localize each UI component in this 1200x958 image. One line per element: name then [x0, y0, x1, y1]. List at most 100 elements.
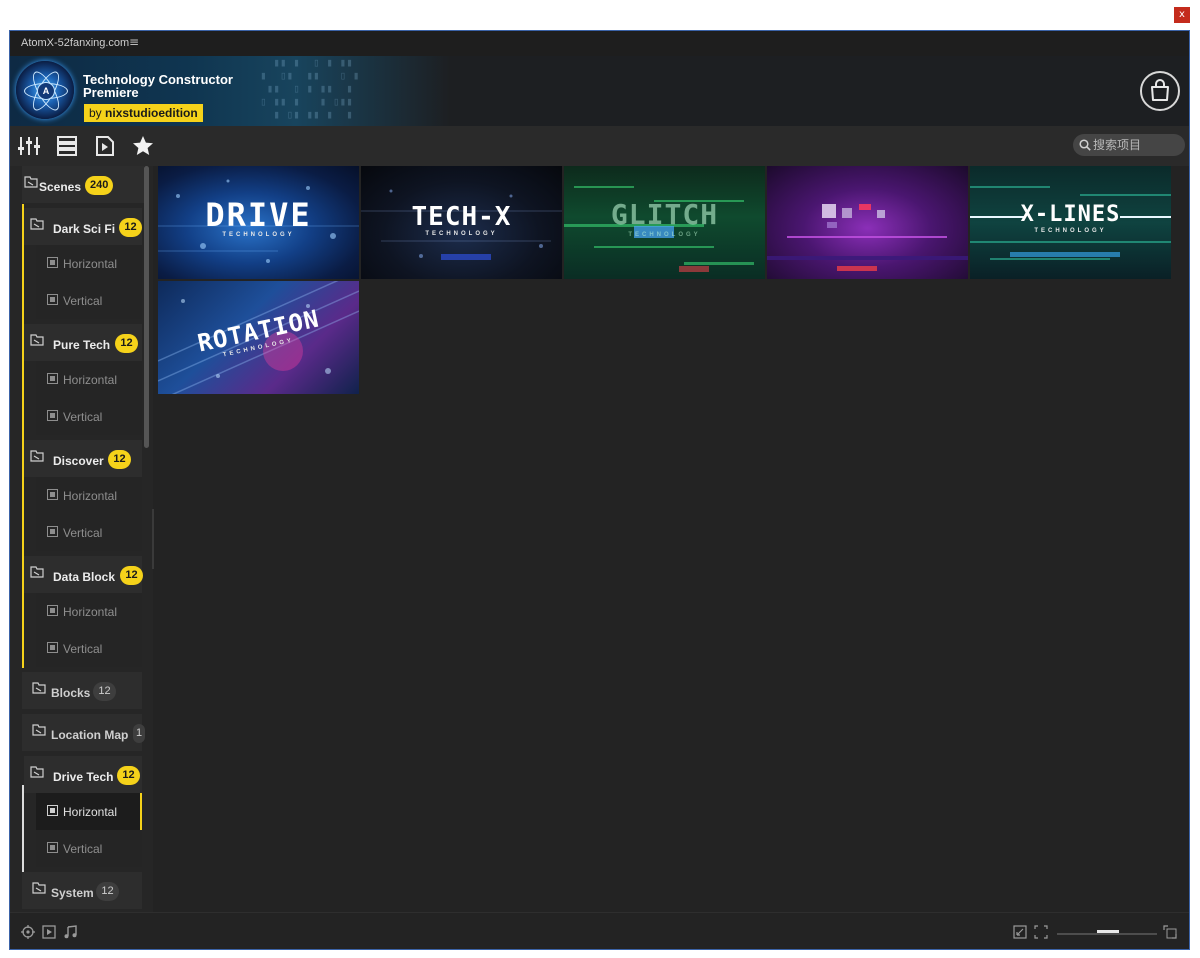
film-icon — [47, 410, 58, 421]
list-icon[interactable] — [56, 135, 78, 157]
atom-icon: A — [37, 82, 55, 100]
sliders-icon[interactable] — [18, 135, 40, 157]
sidebar-item-label: System — [51, 886, 94, 900]
thumbnail-subtitle: TECHNOLOGY — [628, 232, 701, 238]
sidebar-item-dark-sci-fi[interactable]: Dark Sci Fi 12 — [24, 208, 142, 245]
sidebar-item-pure-tech[interactable]: Pure Tech 12 — [24, 324, 142, 361]
shopping-bag-icon — [1151, 79, 1169, 101]
sidebar-child-label: Vertical — [63, 526, 103, 540]
sidebar-item-horizontal[interactable]: Horizontal — [36, 593, 142, 630]
play-icon[interactable] — [42, 925, 56, 939]
film-icon — [47, 294, 58, 305]
header-banner: ▮▮ ▮ ▯ ▮ ▮▮ ▮ ▯▮ ▮▮ ▯ ▮ ▮▮ ▯ ▮ ▮▮ ▮ ▯ ▮▮… — [10, 56, 1189, 126]
sidebar-item-label: Location Map — [51, 728, 129, 742]
zoom-slider-track[interactable] — [1057, 933, 1157, 935]
sidebar-item-scenes[interactable]: Scenes 240 — [22, 166, 144, 203]
music-note-icon[interactable] — [63, 925, 77, 939]
thumbnail-grid: DRIVE TECHNOLOGY TECH-X TECHNOLOGY GLITC… — [158, 166, 1185, 912]
shrink-icon[interactable] — [1013, 925, 1027, 939]
thumbnail-subtitle: TECHNOLOGY — [1034, 228, 1107, 234]
zoom-slider-thumb[interactable] — [1097, 930, 1119, 933]
star-icon[interactable] — [132, 135, 154, 157]
panel-splitter[interactable] — [152, 509, 154, 569]
sidebar-item-data-block[interactable]: Data Block 12 — [24, 556, 143, 593]
film-icon — [47, 605, 58, 616]
status-bar — [10, 912, 1189, 949]
thumbnail-subtitle: TECHNOLOGY — [222, 232, 295, 238]
toolbar — [10, 126, 1189, 166]
sidebar-child-label: Vertical — [63, 410, 103, 424]
sidebar-item-label: Blocks — [51, 686, 91, 700]
app-title: Technology Constructor Premiere — [83, 72, 233, 100]
sidebar-item-horizontal[interactable]: Horizontal — [36, 361, 142, 398]
panel-tab[interactable]: AtomX-52fanxing.com ≡ — [10, 31, 1189, 57]
search-icon — [1079, 139, 1091, 151]
sidebar-item-vertical[interactable]: Vertical — [36, 398, 142, 435]
thumbnail-rotation[interactable]: ROTATION TECHNOLOGY — [158, 281, 359, 394]
search-input[interactable] — [1093, 136, 1179, 154]
count-badge: 12 — [120, 566, 143, 585]
count-badge: 12 — [117, 766, 140, 785]
sidebar-scrollbar[interactable] — [144, 166, 149, 448]
thumbnail-title: X-LINES — [1020, 202, 1121, 227]
thumbnail-drive[interactable]: DRIVE TECHNOLOGY — [158, 166, 359, 279]
folder-icon — [32, 724, 46, 736]
video-file-icon[interactable] — [94, 135, 116, 157]
shopping-bag-button[interactable] — [1140, 71, 1180, 111]
thumbnail-x-lines[interactable]: X-LINES TECHNOLOGY — [970, 166, 1171, 279]
count-badge: 1 — [133, 724, 146, 743]
close-button[interactable]: x — [1174, 7, 1190, 23]
hamburger-icon[interactable]: ≡ — [129, 35, 139, 49]
thumbnail-title: GLITCH — [610, 198, 719, 231]
film-icon — [47, 642, 58, 653]
sidebar-item-horizontal-active[interactable]: Horizontal — [36, 793, 142, 830]
sidebar-item-vertical[interactable]: Vertical — [36, 830, 142, 867]
fit-icon[interactable] — [1034, 925, 1048, 939]
count-badge: 240 — [85, 176, 114, 195]
sidebar-child-label: Vertical — [63, 294, 103, 308]
folder-icon — [24, 176, 38, 188]
sidebar-child-label: Horizontal — [63, 489, 118, 503]
sidebar-child-label: Horizontal — [63, 605, 118, 619]
film-icon — [47, 373, 58, 384]
sidebar-item-discover[interactable]: Discover 12 — [24, 440, 142, 477]
sidebar-item-label: Scenes — [39, 180, 82, 194]
thumbnail-tech-x[interactable]: TECH-X TECHNOLOGY — [361, 166, 562, 279]
film-icon — [47, 257, 58, 268]
sidebar-item-vertical[interactable]: Vertical — [36, 514, 142, 551]
sidebar-item-vertical[interactable]: Vertical — [36, 630, 142, 667]
sidebar-item-horizontal[interactable]: Horizontal — [36, 245, 142, 282]
count-badge: 12 — [108, 450, 131, 469]
folder-icon — [32, 882, 46, 894]
thumbnail-subtitle: TECHNOLOGY — [425, 231, 498, 237]
sidebar-item-horizontal[interactable]: Horizontal — [36, 477, 142, 514]
sidebar-child-label: Vertical — [63, 642, 103, 656]
target-icon[interactable] — [21, 925, 35, 939]
sidebar-item-label: Data Block — [53, 570, 116, 584]
film-icon — [47, 526, 58, 537]
film-icon — [47, 842, 58, 853]
sidebar-item-location-map[interactable]: Location Map 1 — [22, 714, 146, 751]
sidebar-item-label: Dark Sci Fi — [53, 222, 116, 236]
thumbnail-glitch[interactable]: GLITCH TECHNOLOGY — [564, 166, 765, 279]
film-icon — [47, 489, 58, 500]
active-indicator — [140, 793, 142, 830]
sidebar-item-label: Pure Tech — [53, 338, 111, 352]
sidebar-item-system[interactable]: System 12 — [22, 872, 142, 909]
window-titlebar: x — [0, 0, 1200, 30]
search-box[interactable] — [1073, 134, 1185, 156]
sidebar-item-label: Drive Tech — [53, 770, 114, 784]
sidebar-item-vertical[interactable]: Vertical — [36, 282, 142, 319]
app-logo: A — [16, 61, 74, 119]
folder-icon — [32, 682, 46, 694]
folder-icon — [30, 450, 44, 462]
sidebar-item-label: Discover — [53, 454, 104, 468]
thumbnail-pixel[interactable] — [767, 166, 968, 279]
sidebar-child-label: Horizontal — [63, 257, 118, 271]
thumbnail-title: TECH-X — [411, 202, 512, 232]
sidebar-item-drive-tech[interactable]: Drive Tech 12 — [24, 756, 142, 793]
sidebar-item-blocks[interactable]: Blocks 12 — [22, 672, 142, 709]
expand-icon[interactable] — [1163, 925, 1177, 939]
count-badge: 12 — [96, 882, 119, 901]
sidebar-child-label: Vertical — [63, 842, 103, 856]
